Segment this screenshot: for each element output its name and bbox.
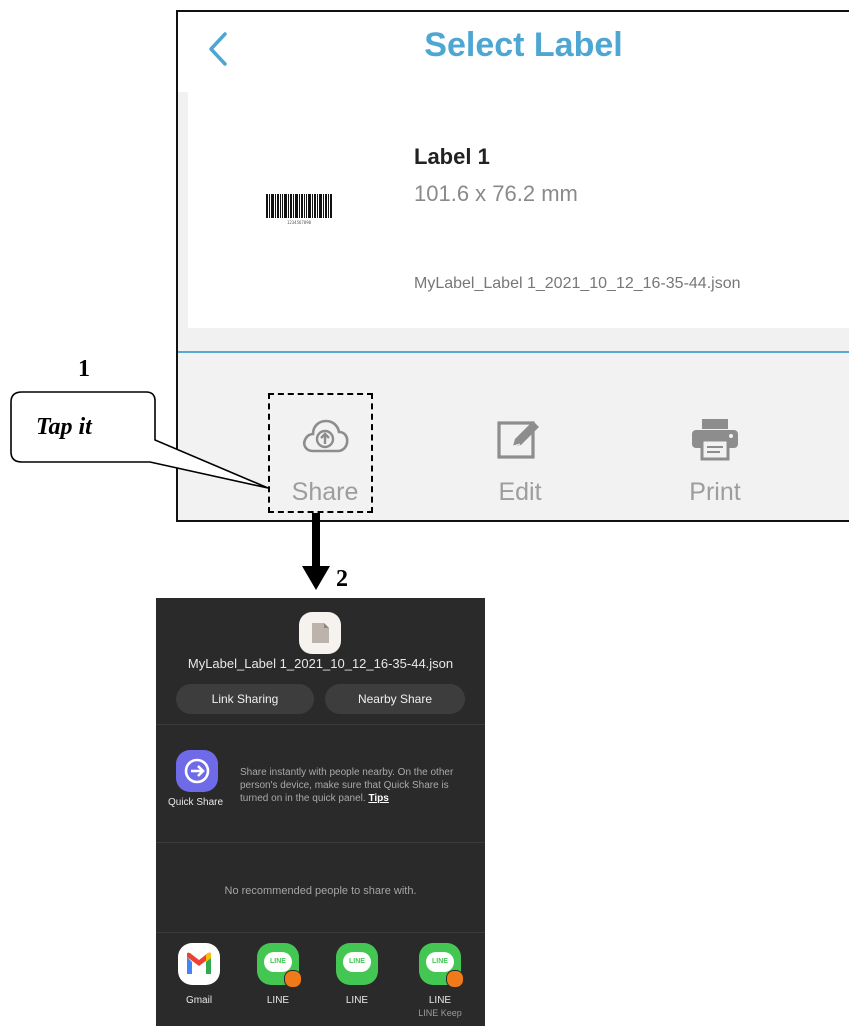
quick-share-description: Share instantly with people nearby. On t… — [240, 766, 470, 805]
quick-share-text: Share instantly with people nearby. On t… — [240, 767, 454, 804]
file-icon — [299, 612, 341, 654]
app-name: Gmail — [185, 995, 213, 1006]
separator — [156, 842, 485, 843]
app-name: LINE — [266, 995, 290, 1006]
share-sheet: MyLabel_Label 1_2021_10_12_16-35-44.json… — [156, 598, 485, 1026]
gmail-icon — [178, 943, 220, 985]
line-logo-text: LINE — [343, 952, 371, 972]
line-logo-text: LINE — [426, 952, 454, 972]
callout-text: Tap it — [36, 414, 92, 440]
app-line-keep[interactable]: LINE LINE LINE Keep — [409, 943, 471, 1023]
arrow-shaft — [312, 513, 320, 568]
line-icon: LINE — [336, 943, 378, 985]
keep-badge-icon — [446, 970, 464, 988]
separator — [156, 932, 485, 933]
app-gmail[interactable]: Gmail — [168, 943, 230, 1023]
line-logo-text: LINE — [264, 952, 292, 972]
arrow-head — [302, 566, 330, 590]
quick-share-icon[interactable] — [176, 750, 218, 792]
no-recommended-text: No recommended people to share with. — [224, 885, 417, 897]
step-2-number: 2 — [336, 566, 348, 592]
quick-share-label: Quick Share — [168, 797, 224, 808]
app-name: LINE — [345, 995, 369, 1006]
app-line[interactable]: LINE LINE — [326, 943, 388, 1023]
app-line[interactable]: LINE LINE — [247, 943, 309, 1023]
line-keep-icon: LINE — [419, 943, 464, 988]
highlight-box — [268, 393, 373, 513]
share-filename: MyLabel_Label 1_2021_10_12_16-35-44.json — [187, 656, 454, 671]
link-sharing-button[interactable]: Link Sharing — [176, 684, 314, 714]
app-name: LINE — [428, 995, 452, 1006]
line-icon: LINE — [257, 943, 302, 988]
app-subtitle: LINE Keep — [418, 1008, 462, 1018]
nearby-share-button[interactable]: Nearby Share — [325, 684, 465, 714]
separator — [156, 724, 485, 725]
keep-badge-icon — [284, 970, 302, 988]
tips-link[interactable]: Tips — [368, 793, 388, 804]
